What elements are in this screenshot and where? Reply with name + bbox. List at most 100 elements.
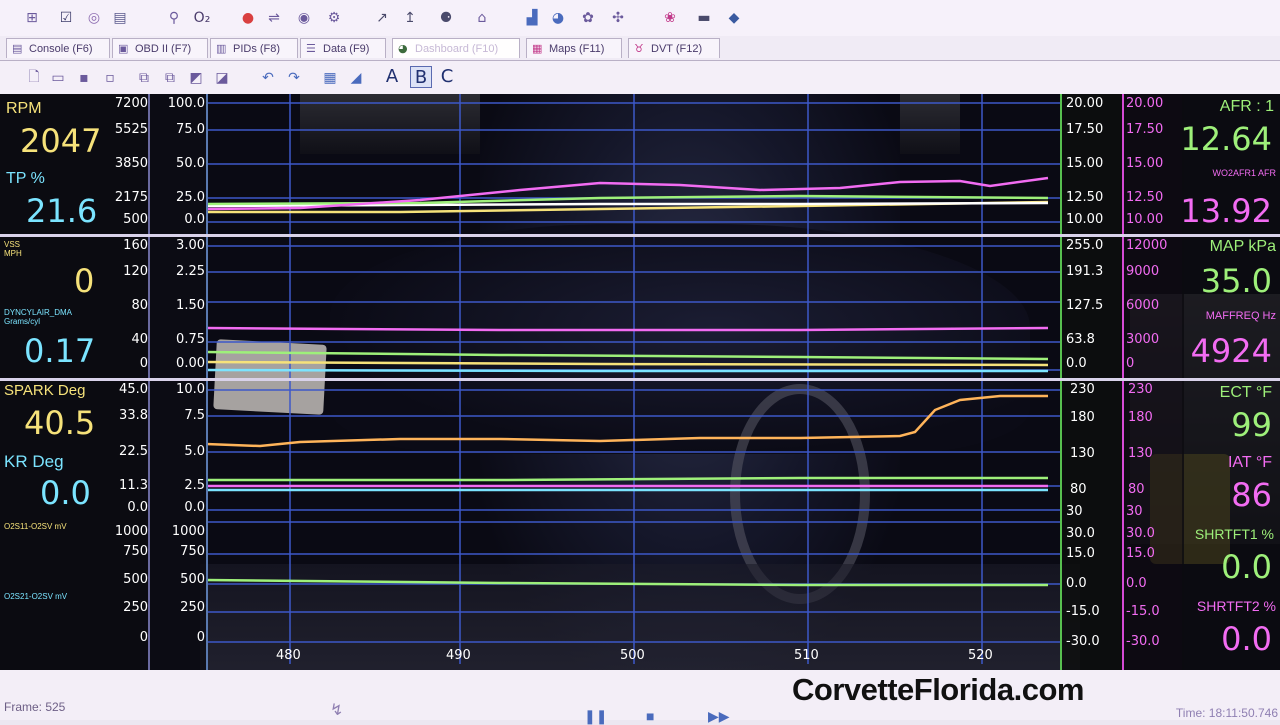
tick-spark: 0.0 (127, 500, 148, 515)
layout-c-button[interactable]: C (437, 66, 457, 87)
main-toolbar: ⊞ ☑ ◎ ▤ ⚲ O₂ ● ⇌ ◉ ⚙ ↗ ↥ ⚈ ⌂ ▟ ◕ ✿ ✣ ❀ ▬ ◆ (0, 0, 1280, 36)
tick-rpm: 3850 (114, 156, 148, 171)
tick-shrtft1: 30 (1066, 504, 1083, 519)
table-icon[interactable]: ⊞ (22, 8, 42, 28)
save-icon[interactable]: ▪ (74, 68, 94, 88)
maps-icon: ▦ (532, 42, 543, 55)
rpm-value: 2047 (20, 122, 102, 160)
dashboard-icon: ◕ (398, 42, 408, 55)
o2s11-label: O2S11-O2SV mV (4, 522, 67, 531)
o2-icon[interactable]: O₂ (192, 8, 212, 28)
watermark: CorvetteFlorida.com (792, 672, 1084, 707)
layout-icon[interactable]: ⧉ (134, 68, 154, 88)
shrtft2-label: SHRTFT2 % (1196, 598, 1276, 614)
tick-iat: 180 (1128, 410, 1153, 425)
wand-icon[interactable]: ⚲ (164, 8, 184, 28)
tp-value: 21.6 (26, 192, 98, 230)
forward-icon[interactable]: ▶▶ (708, 708, 730, 725)
iat-value: 86 (1231, 476, 1272, 514)
ect-label: ECT °F (1219, 384, 1272, 401)
tick-o2s21: 250 (180, 600, 205, 615)
fill-icon[interactable]: ◢ (346, 68, 366, 88)
timestamp: Time: 18:11:50.746 (1175, 706, 1278, 720)
undo-icon[interactable]: ↶ (258, 68, 278, 88)
layout-b-button[interactable]: B (410, 66, 432, 88)
tools-icon[interactable]: ✿ (578, 8, 598, 28)
kr-value: 0.0 (40, 474, 91, 512)
playback-start-icon[interactable]: ↯ (330, 700, 343, 720)
new-file-icon[interactable]: 🗋 (24, 68, 44, 88)
open-icon[interactable]: ▭ (48, 68, 68, 88)
chair-icon[interactable]: ⌂ (472, 8, 492, 28)
gauge-icon[interactable]: ◎ (84, 8, 104, 28)
tick-shrtft2: 30 (1126, 504, 1143, 519)
tick-ect: 180 (1070, 410, 1095, 425)
tick-shrtft2: 15.0 (1126, 546, 1155, 561)
connect-icon[interactable]: ⇌ (264, 8, 284, 28)
wrench-icon[interactable]: ▬ (694, 8, 714, 28)
tick-o2s11: 1000 (114, 524, 148, 539)
edit2-icon[interactable]: ↥ (400, 8, 420, 28)
tick-o2s11: 500 (123, 572, 148, 587)
tick-tp: 0.0 (184, 212, 205, 227)
tick-map: 127.5 (1066, 298, 1104, 313)
tab-maps[interactable]: ▦ Maps (F11) (526, 38, 622, 58)
ect-trace (205, 394, 1048, 448)
tick-o2s21: 1000 (171, 524, 205, 539)
tick-wo2afr: 12.50 (1126, 190, 1164, 205)
tab-console[interactable]: ▤ Console (F6) (6, 38, 110, 58)
tick-maffreq: 9000 (1126, 264, 1160, 279)
tab-data[interactable]: ☰ Data (F9) (300, 38, 386, 58)
rpm-label: RPM (6, 100, 42, 117)
save-as-icon[interactable]: ▫ (100, 68, 120, 88)
layout3-icon[interactable]: ◩ (186, 68, 206, 88)
tick-spark: 33.8 (119, 408, 148, 423)
vehicle-icon[interactable]: ◉ (294, 8, 314, 28)
vss-trace (205, 360, 1049, 367)
kr-label: KR Deg (4, 452, 64, 471)
edit-icon[interactable]: ↗ (372, 8, 392, 28)
frame-counter: Frame: 525 (4, 700, 66, 714)
iat-label: IAT °F (1227, 454, 1272, 471)
x-tick: 520 (968, 648, 993, 663)
settings-icon[interactable]: ⚙ (324, 8, 344, 28)
layout-a-button[interactable]: A (382, 66, 402, 87)
tick-maffreq: 0 (1126, 356, 1135, 371)
maffreq-value: 4924 (1190, 332, 1272, 370)
engine-icon[interactable]: ⚈ (436, 8, 456, 28)
tab-obd2[interactable]: ▣ OBD II (F7) (112, 38, 208, 58)
clipboard-icon[interactable]: ▤ (110, 8, 130, 28)
tab-pids[interactable]: ▥ PIDs (F8) (210, 38, 298, 58)
tick-afr: 12.50 (1066, 190, 1104, 205)
paw-icon[interactable]: ❀ (660, 8, 680, 28)
tick-kr: 0.0 (184, 500, 205, 515)
checkbox-icon[interactable]: ☑ (56, 8, 76, 28)
redo-icon[interactable]: ↷ (284, 68, 304, 88)
tick-wo2afr: 17.50 (1126, 122, 1164, 137)
tp-label: TP % (6, 170, 45, 187)
map-label: MAP kPa (1209, 238, 1276, 255)
dyncyl-trace (205, 368, 1048, 373)
tab-dashboard[interactable]: ◕ Dashboard (F10) (392, 38, 520, 58)
shrtft-trace (206, 476, 1048, 482)
tick-o2s21: 500 (180, 572, 205, 587)
layout2-icon[interactable]: ⧉ (160, 68, 180, 88)
db-icon[interactable]: ◕ (548, 8, 568, 28)
tick-kr: 5.0 (184, 444, 205, 459)
chart-icon[interactable]: ▟ (522, 8, 542, 28)
x-tick: 480 (276, 648, 301, 663)
status-bar: Frame: 525 ↯ ❚❚ ■ ▶▶ Time: 18:11:50.746 (0, 670, 1280, 724)
tick-rpm: 5525 (114, 122, 148, 137)
grid-icon[interactable]: ▦ (320, 68, 340, 88)
pause-icon[interactable]: ❚❚ (584, 708, 607, 725)
fuel-icon[interactable]: ◆ (724, 8, 744, 28)
record-icon[interactable]: ● (238, 8, 258, 28)
tick-shrtft1: 15.0 (1066, 546, 1095, 561)
tab-dvt[interactable]: ♉ DVT (F12) (628, 38, 720, 58)
layout4-icon[interactable]: ◪ (212, 68, 232, 88)
tools2-icon[interactable]: ✣ (608, 8, 628, 28)
stop-icon[interactable]: ■ (646, 708, 654, 724)
tick-kr: 7.5 (184, 408, 205, 423)
map-trace (205, 350, 1049, 361)
tick-shrtft2: 30.0 (1126, 526, 1155, 541)
